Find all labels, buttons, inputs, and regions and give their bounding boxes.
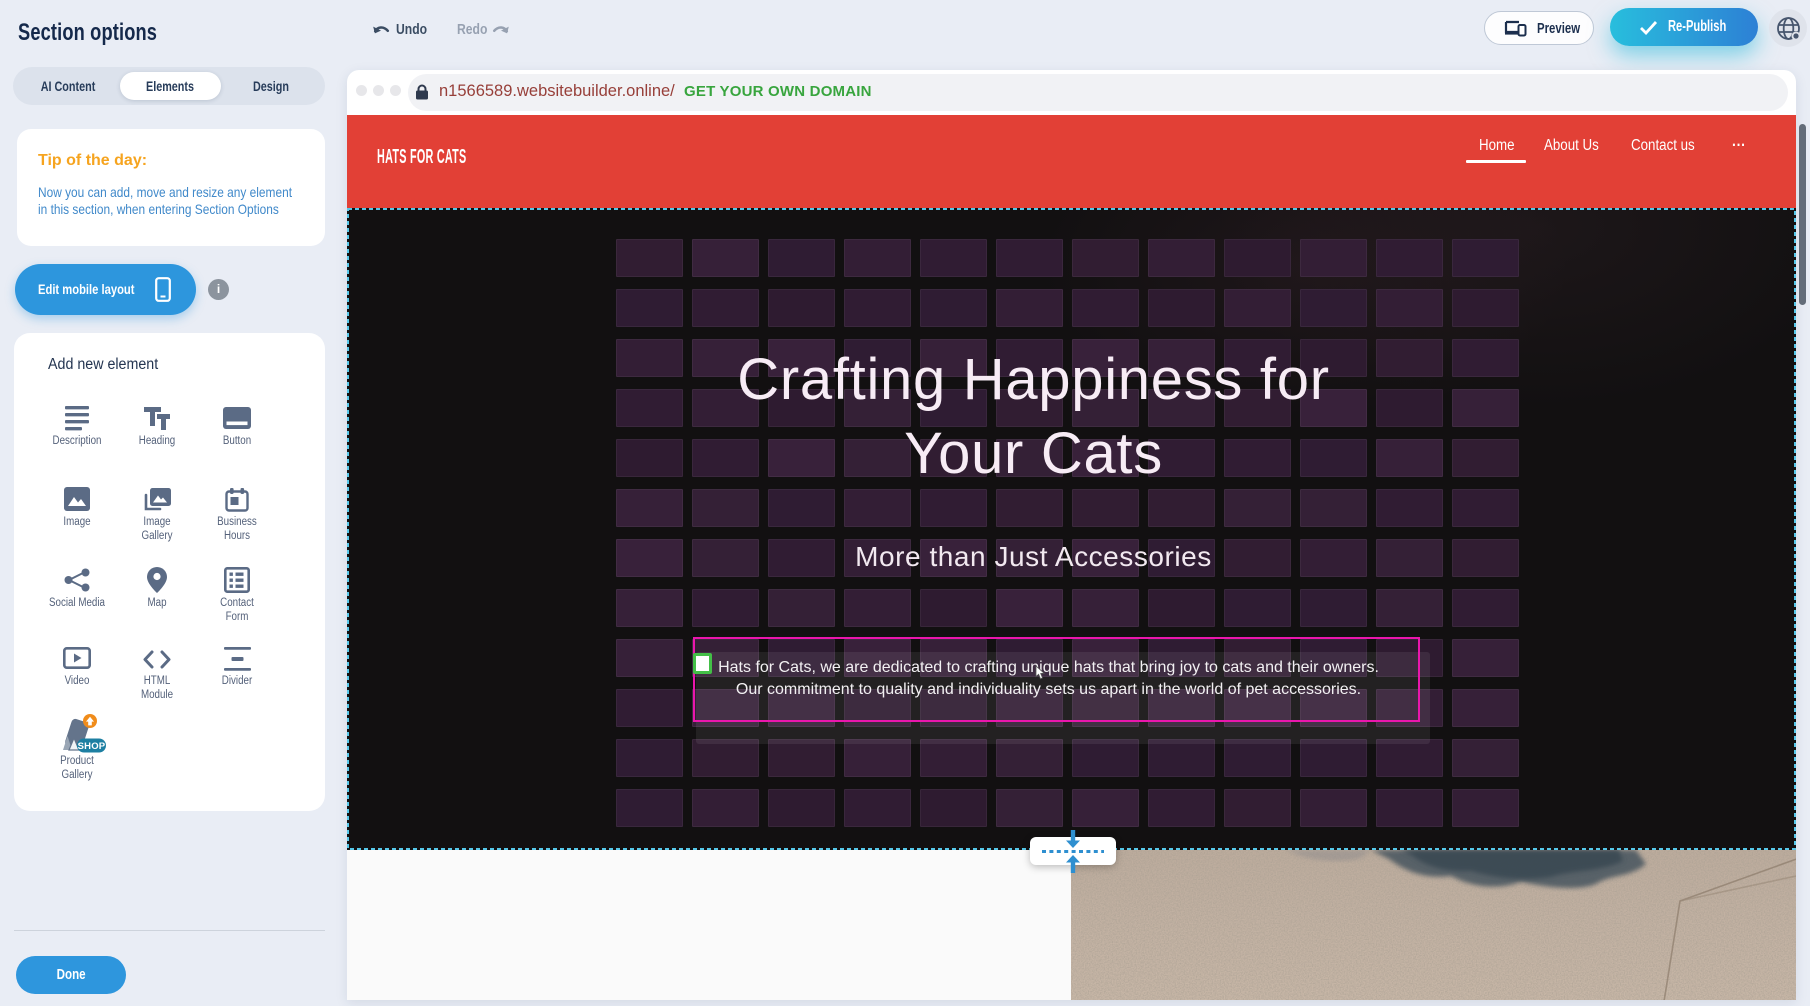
svg-text:SHOP: SHOP — [78, 741, 106, 752]
